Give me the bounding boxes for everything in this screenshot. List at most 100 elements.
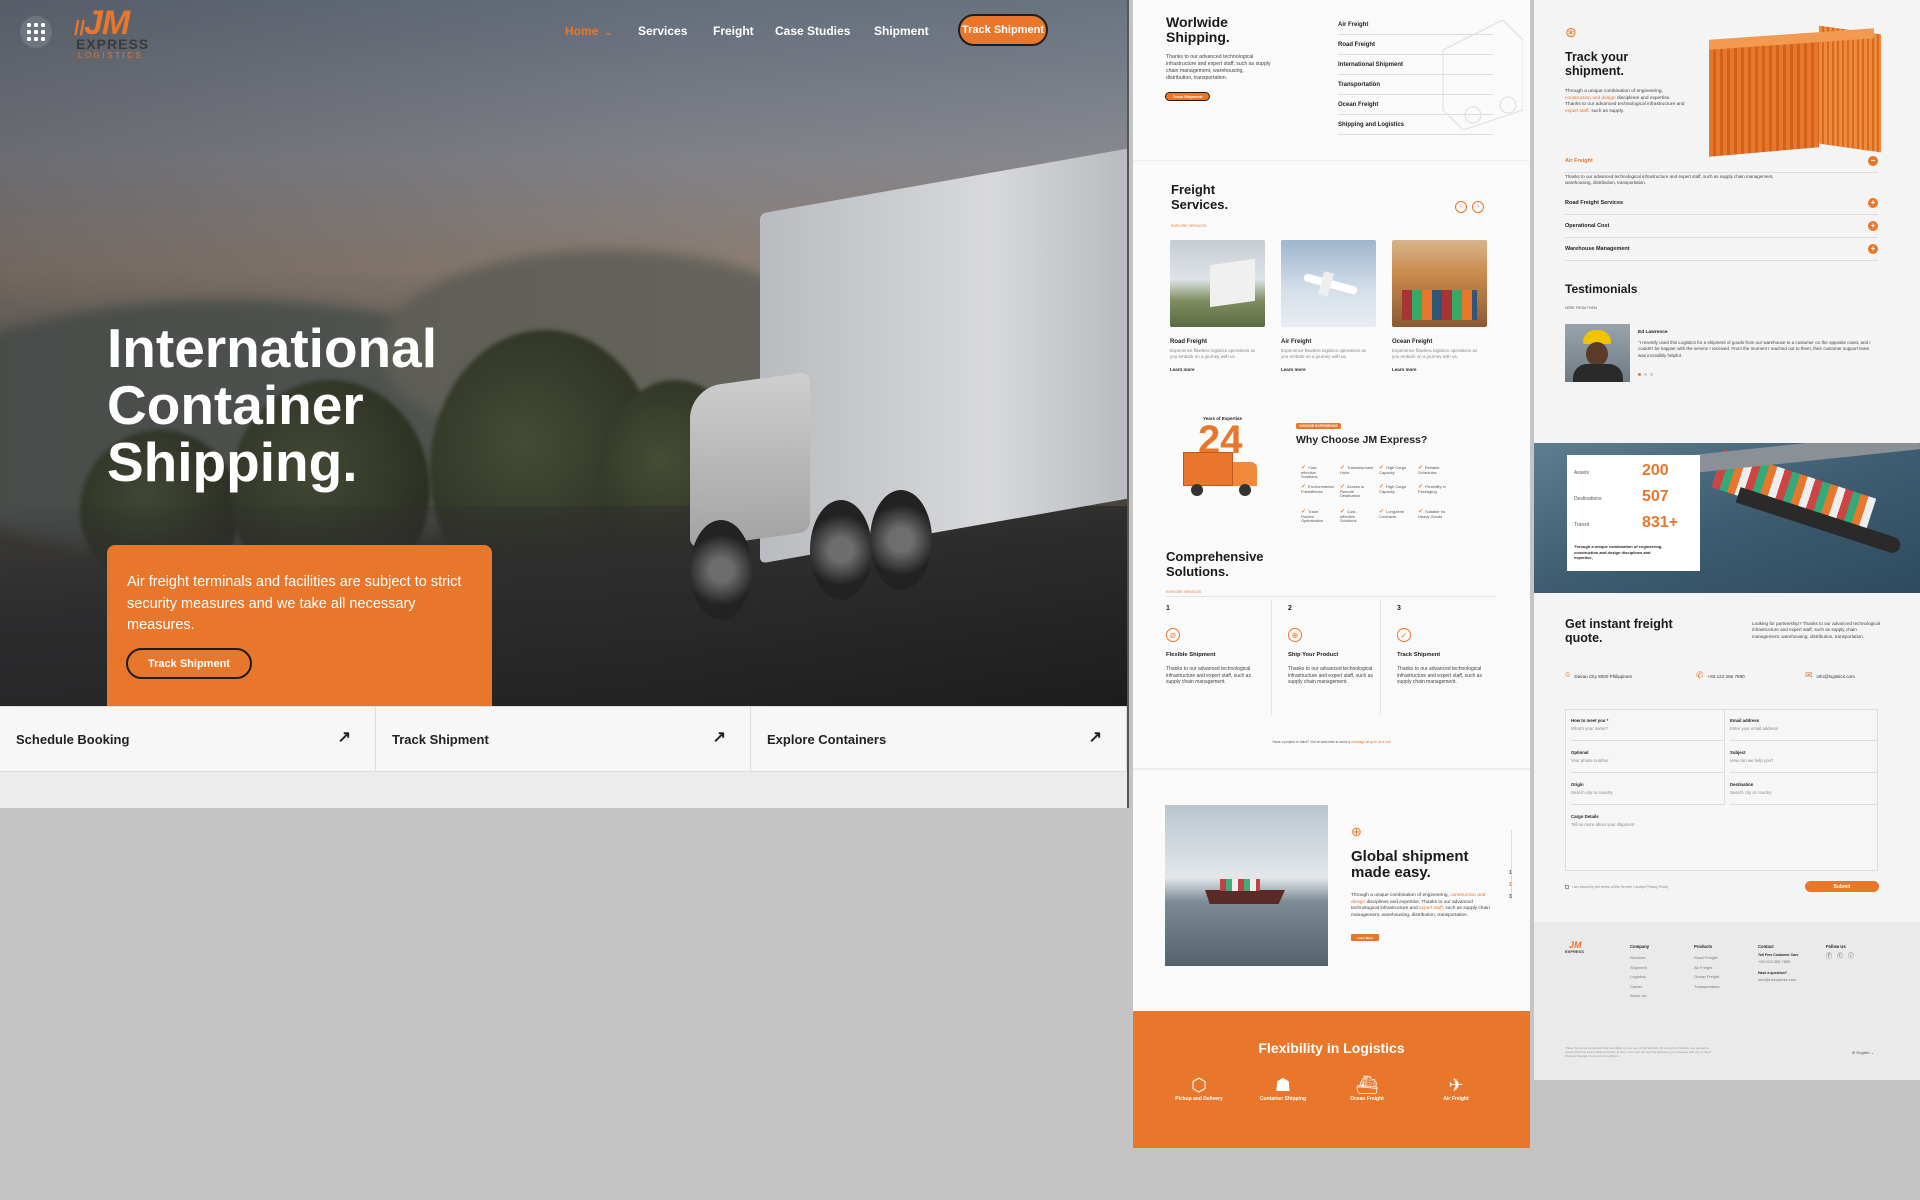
nav-services[interactable]: Services — [638, 24, 687, 38]
quote-text: Looking for partnership? Thanks to our a… — [1752, 621, 1881, 639]
carousel-next-icon[interactable]: › — [1472, 201, 1484, 213]
accordion-air-freight[interactable]: Air Freight − — [1565, 156, 1878, 173]
expand-icon[interactable]: + — [1868, 244, 1878, 254]
instagram-icon[interactable]: ⓘ — [1848, 953, 1854, 963]
flexibility-title: Flexibility in Logistics — [1258, 1040, 1405, 1056]
footer-logo[interactable]: JM EXPRESS — [1565, 940, 1593, 956]
service-list-item[interactable]: Air Freight — [1338, 22, 1493, 35]
carousel-prev-icon[interactable]: ‹ — [1455, 201, 1467, 213]
footer-link[interactable]: Career — [1630, 982, 1649, 992]
expand-icon[interactable]: + — [1868, 221, 1878, 231]
card-desc: Experience flawless logistics operations… — [1281, 348, 1367, 359]
quote-title: Get instant freight quote. — [1565, 617, 1673, 645]
name-field[interactable]: How to meet you * What's your name? — [1571, 710, 1725, 741]
footer-link[interactable]: Transportation — [1694, 982, 1720, 992]
why-item: ✓ Suitable for Heavy Goods — [1418, 509, 1446, 519]
cargo-details-field[interactable]: Cargo Details Tell us more about your shi… — [1571, 806, 1871, 866]
middle-page-panel: Worlwide Shipping. Thanks to our advance… — [1133, 0, 1530, 1148]
testimonial-quote: "I recently used this Logistics for a sh… — [1638, 340, 1871, 358]
address-info: ⌾ Davao City 8000 Philippines — [1565, 670, 1632, 680]
tracking-icon: ⊛ — [1565, 24, 1577, 40]
accordion-operational-cost[interactable]: Operational Cost + — [1565, 221, 1878, 238]
hero-track-button[interactable]: Track Shipment — [126, 648, 252, 679]
panel-divider — [1127, 0, 1129, 808]
message-link[interactable]: message — [1351, 740, 1365, 744]
language-selector[interactable]: ⊕ English ⌄ — [1852, 1050, 1874, 1055]
footer-link[interactable]: Air Freight — [1694, 963, 1720, 973]
accordion-warehouse[interactable]: Warehouse Management + — [1565, 244, 1878, 261]
why-item: ✓ Cost-effective Solutions — [1340, 509, 1357, 524]
pager-1[interactable]: 1 — [1509, 870, 1512, 876]
email-field[interactable]: Email address Enter your email address — [1730, 710, 1878, 741]
nav-home[interactable]: Home ⌄ — [565, 24, 612, 38]
learn-more-link[interactable]: Learn more — [1281, 367, 1306, 372]
facebook-icon[interactable]: ⓕ — [1826, 953, 1832, 963]
call-link[interactable]: give us a call — [1370, 740, 1390, 744]
nav-shipment[interactable]: Shipment — [874, 24, 929, 38]
footer-link[interactable]: Shipment — [1630, 963, 1649, 973]
phone-field[interactable]: Optional Your phone number — [1571, 742, 1725, 773]
why-item: ✓ Reliable Schedules — [1418, 465, 1440, 475]
ship-icon: ⛴ — [1355, 1075, 1379, 1095]
cargo-ship-image — [1165, 805, 1328, 966]
learn-more-button[interactable]: Learn More — [1351, 934, 1379, 941]
phone-info: ✆ +63 122 256 7890 — [1696, 670, 1745, 680]
shipping-container-image — [1709, 24, 1887, 159]
learn-more-link[interactable]: Learn more — [1392, 367, 1417, 372]
footer-link[interactable]: About Us — [1630, 991, 1649, 1001]
submit-button[interactable]: Submit — [1805, 881, 1879, 892]
collapse-icon[interactable]: − — [1868, 156, 1878, 166]
box-icon: ⬡ — [1191, 1075, 1207, 1095]
twitter-icon[interactable]: ⓣ — [1837, 953, 1843, 963]
hero-info-card: Air freight terminals and facilities are… — [107, 545, 492, 707]
learn-more-link[interactable]: Learn more — [1170, 367, 1195, 372]
expand-icon[interactable]: + — [1868, 198, 1878, 208]
schedule-booking-link[interactable]: Schedule Booking ↗ — [0, 707, 376, 771]
service-list-item[interactable]: Road Freight — [1338, 42, 1493, 55]
footer-link[interactable]: Services — [1630, 953, 1649, 963]
mail-icon: ✉ — [1805, 670, 1813, 680]
apps-menu-icon[interactable] — [20, 16, 52, 48]
track-shipment-link[interactable]: Track Shipment ↗ — [376, 707, 751, 771]
nav-freight[interactable]: Freight — [713, 24, 754, 38]
brand-logo[interactable]: // JM EXPRESS LOGISTICS — [74, 4, 170, 62]
origin-field[interactable]: Origin Search city or country — [1571, 774, 1725, 805]
explore-containers-link[interactable]: Explore Containers ↗ — [751, 707, 1127, 771]
pickup-delivery-item: ⬡ Pickup and Delivery — [1169, 1075, 1229, 1102]
testimonial-dots[interactable] — [1638, 373, 1653, 376]
card-title: Ocean Freight — [1392, 339, 1433, 345]
pager-3[interactable]: 3 — [1509, 894, 1512, 900]
service-list-item[interactable]: International Shipment — [1338, 62, 1493, 75]
pager-2[interactable]: 2 — [1509, 882, 1512, 888]
track-text: Through a unique combination of engineer… — [1565, 89, 1685, 114]
destination-field[interactable]: Destination Search city or country — [1730, 774, 1878, 805]
service-list-item[interactable]: Transportation — [1338, 82, 1493, 95]
service-list-item[interactable]: Shipping and Logistics — [1338, 122, 1493, 135]
road-freight-image — [1170, 240, 1265, 327]
freight-title: Freight Services. — [1171, 182, 1229, 212]
footer-link[interactable]: Logistics — [1630, 972, 1649, 982]
accordion-air-freight-text: Thanks to our advanced technological inf… — [1565, 174, 1774, 186]
accordion-road-freight[interactable]: Road Freight Services + — [1565, 198, 1878, 215]
why-item: ✓ Environmental Friendliness — [1301, 484, 1334, 494]
nav-case-studies[interactable]: Case Studies — [775, 24, 850, 38]
phone-icon: ✆ — [1696, 670, 1704, 680]
testimonials-title: Testimonials — [1565, 282, 1638, 296]
subject-field[interactable]: Subject How can we help you? — [1730, 742, 1878, 773]
check-circle-icon: ✓ — [1397, 628, 1411, 642]
consent-checkbox[interactable]: I am bound by the terms of the Service I… — [1565, 885, 1668, 890]
solutions-title: Comprehensive Solutions. — [1166, 549, 1264, 579]
compass-icon: ⊘ — [1166, 628, 1180, 642]
container-icon: ☗ — [1274, 1075, 1292, 1095]
footer-contact: Contact Toll Free Customer Care +63 123 … — [1758, 944, 1799, 982]
service-list-item[interactable]: Ocean Freight — [1338, 102, 1493, 115]
footer-link[interactable]: Road Freight — [1694, 953, 1720, 963]
track-shipment-nav-button[interactable]: Track Shipment — [958, 14, 1048, 46]
worldwide-track-button[interactable]: Track Shipment — [1165, 92, 1210, 101]
testimonial-name: Ed Lawrence — [1638, 330, 1668, 335]
globe-icon: ⊕ — [1351, 824, 1362, 839]
worldwide-title: Worlwide Shipping. — [1166, 14, 1230, 45]
arrow-up-right-icon: ↗ — [712, 729, 726, 746]
global-text: Through a unique combination of engineer… — [1351, 893, 1490, 918]
footer-link[interactable]: Ocean Freight — [1694, 972, 1720, 982]
